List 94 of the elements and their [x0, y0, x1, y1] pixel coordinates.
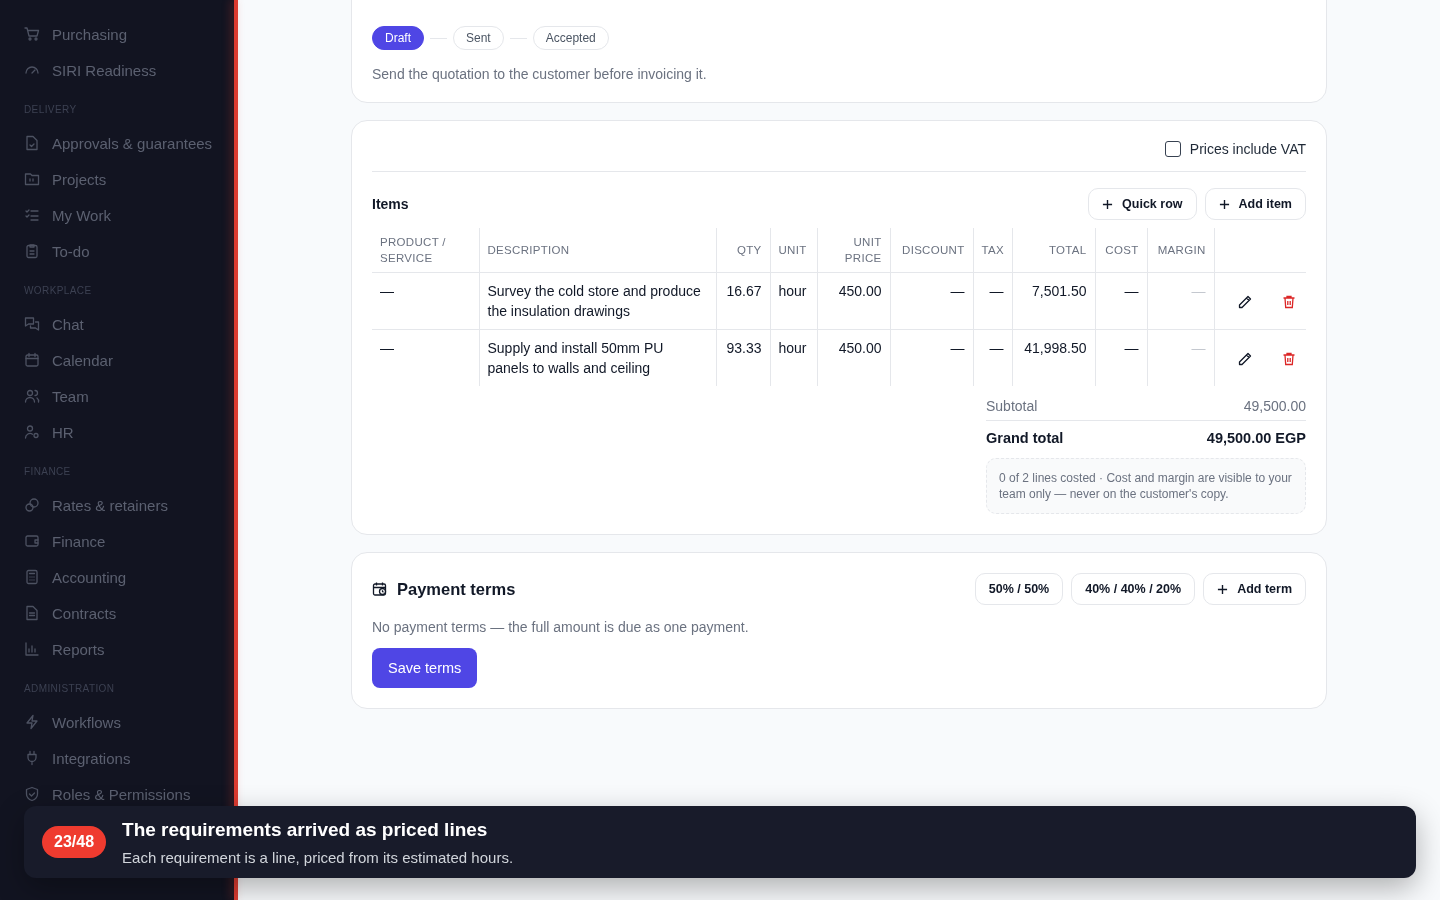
table-cell: 7,501.50	[1012, 272, 1095, 330]
add-button[interactable]: Add item	[1204, 188, 1306, 220]
edit-icon[interactable]	[1236, 351, 1253, 368]
table-cell: —	[372, 329, 479, 386]
plus-icon	[1217, 583, 1229, 595]
preset-button[interactable]: 50% / 50%	[974, 573, 1064, 605]
column-header: QTY	[716, 228, 770, 273]
table-cell: Survey the cold store and produce the insulation drawings	[479, 272, 716, 330]
table-cell: hour	[770, 272, 817, 330]
add-term-button[interactable]: Add term	[1203, 573, 1306, 605]
bolt-icon	[24, 714, 40, 730]
sidebar-item[interactable]: Calendar	[24, 342, 234, 378]
sidebar-item[interactable]: Rates & retainers	[24, 487, 234, 523]
filecheck-icon	[24, 135, 40, 151]
status-step[interactable]: Draft	[372, 26, 424, 50]
list-icon	[24, 207, 40, 223]
table-cell: 41,998.50	[1012, 329, 1095, 386]
table-cell: 450.00	[817, 272, 890, 330]
table-cell: —	[890, 329, 973, 386]
edit-icon[interactable]	[1236, 294, 1253, 311]
vat-checkbox[interactable]	[1164, 141, 1181, 157]
table-cell: —	[890, 272, 973, 330]
table-cell: hour	[770, 329, 817, 386]
status-step[interactable]: Sent	[453, 26, 504, 50]
table-cell: —	[372, 272, 479, 330]
chart-icon	[24, 641, 40, 657]
sidebar-item[interactable]: Reports	[24, 631, 234, 667]
sidebar-item[interactable]: HR	[24, 414, 234, 450]
sidebar-item[interactable]: Finance	[24, 523, 234, 559]
file-icon	[24, 605, 40, 621]
person-icon	[24, 424, 40, 440]
calendar-icon	[24, 352, 40, 368]
table-cell: —	[1095, 272, 1147, 330]
calendar-icon	[372, 581, 388, 597]
column-header: DESCRIPTION	[479, 228, 716, 273]
sidebar-item[interactable]: Projects	[24, 161, 234, 197]
sidebar-item[interactable]: Roles & Permissions	[24, 776, 234, 812]
grand-total-value: 49,500.00 EGP	[1206, 430, 1306, 446]
chat-icon	[24, 316, 40, 332]
vat-label: Prices include VAT	[1189, 141, 1306, 157]
table-cell: —	[973, 272, 1012, 330]
coins-icon	[24, 497, 40, 513]
sidebar-item[interactable]: To-do	[24, 233, 234, 269]
calculator-icon	[24, 569, 40, 585]
add-button[interactable]: Quick row	[1088, 188, 1197, 220]
shield-icon	[24, 786, 40, 802]
subtotal-label: Subtotal	[986, 398, 1038, 414]
sidebar-item[interactable]: Chat	[24, 306, 234, 342]
column-header: TAX	[973, 228, 1012, 273]
column-header: COST	[1095, 228, 1147, 273]
payment-hint: No payment terms — the full amount is due as one payment.	[372, 619, 750, 635]
table-cell: —	[973, 329, 1012, 386]
plus-icon	[1102, 198, 1114, 210]
table-cell: Supply and install 50mm PU panels to walls and ceiling	[479, 329, 716, 386]
status-step[interactable]: Accepted	[532, 26, 609, 50]
table-cell: —	[1147, 272, 1214, 330]
items-title: Items	[372, 196, 409, 212]
toast-message: Each requirement is a line, priced from its estimated hours.	[122, 848, 514, 866]
sidebar-item[interactable]: My Work	[24, 197, 234, 233]
sidebar-item[interactable]: Purchasing	[24, 16, 234, 52]
table-cell: —	[1147, 329, 1214, 386]
clipboard-icon	[24, 243, 40, 259]
team-icon	[24, 388, 40, 404]
table-cell: 450.00	[817, 329, 890, 386]
subtotal-value: 49,500.00	[1243, 398, 1306, 414]
column-header: UNIT PRICE	[817, 228, 890, 273]
costing-note: 0 of 2 lines costed · Cost and margin are visible to your team only — never on the customer's copy.	[986, 458, 1306, 514]
sidebar-item[interactable]: Accounting	[24, 559, 234, 595]
table-cell: 16.67	[716, 272, 770, 330]
plus-icon	[1218, 198, 1230, 210]
step-counter: 23/48	[42, 826, 107, 858]
column-header: MARGIN	[1147, 228, 1214, 273]
column-header: PRODUCT / SERVICE	[372, 228, 479, 273]
sidebar-item[interactable]: Contracts	[24, 595, 234, 631]
plug-icon	[24, 750, 40, 766]
wallet-icon	[24, 533, 40, 549]
sidebar-item[interactable]: Approvals & guarantees	[24, 125, 234, 161]
save-terms-button[interactable]: Save terms	[372, 648, 478, 688]
table-cell: —	[1095, 329, 1147, 386]
sidebar-item[interactable]: Team	[24, 378, 234, 414]
column-header: TOTAL	[1012, 228, 1095, 273]
preset-button[interactable]: 40% / 40% / 20%	[1071, 573, 1196, 605]
cart-icon	[24, 26, 40, 42]
table-cell: 93.33	[716, 329, 770, 386]
status-hint: Send the quotation to the customer before invoicing it.	[372, 66, 708, 82]
sidebar-item[interactable]: Workflows	[24, 704, 234, 740]
grand-total-label: Grand total	[986, 430, 1064, 446]
sidebar-item[interactable]: Integrations	[24, 740, 234, 776]
column-header: DISCOUNT	[890, 228, 973, 273]
folder-icon	[24, 171, 40, 187]
column-header: UNIT	[770, 228, 817, 273]
toast-title: The requirements arrived as priced lines	[122, 818, 489, 841]
sidebar-item[interactable]: SIRI Readiness	[24, 52, 234, 88]
payment-title: Payment terms	[397, 579, 516, 599]
